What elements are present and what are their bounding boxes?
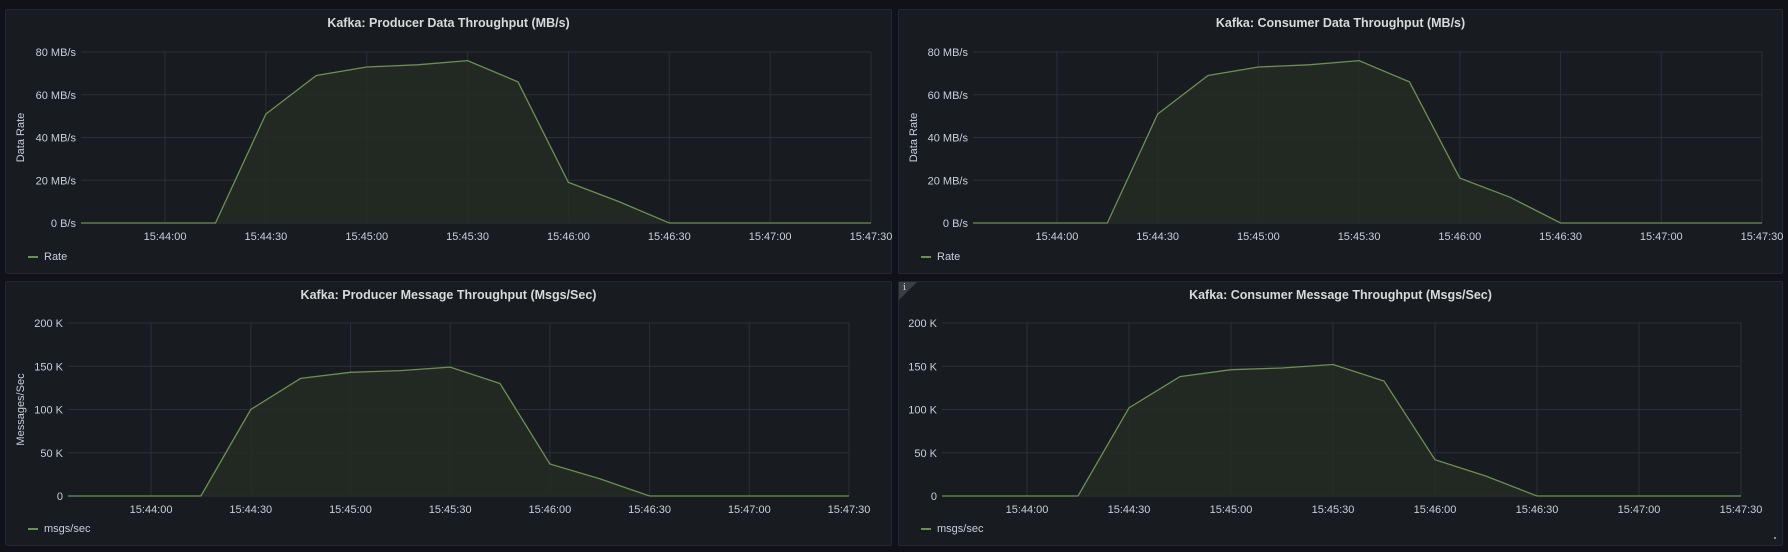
y-axis-label: Messages/Sec — [15, 373, 27, 446]
legend[interactable]: msgs/sec — [921, 523, 983, 535]
x-tick-label: 15:44:30 — [1136, 231, 1179, 243]
legend-swatch — [28, 256, 38, 258]
x-tick-label: 15:47:00 — [728, 504, 771, 516]
x-tick-label: 15:46:00 — [528, 504, 571, 516]
x-tick-label: 15:45:30 — [446, 231, 489, 243]
x-tick-label: 15:46:00 — [1414, 504, 1457, 516]
x-tick-label: 15:46:00 — [547, 231, 590, 243]
legend[interactable]: Rate — [28, 251, 67, 263]
y-axis-label: Data Rate — [15, 113, 27, 163]
y-tick-label: 100 K — [34, 405, 63, 417]
x-tick-label: 15:45:30 — [1338, 231, 1381, 243]
x-tick-label: 15:47:30 — [1741, 231, 1784, 243]
x-tick-label: 15:46:30 — [1516, 504, 1559, 516]
y-tick-label: 60 MB/s — [928, 90, 969, 102]
panel-consumer-message-throughput[interactable]: i Kafka: Consumer Message Throughput (Ms… — [898, 281, 1783, 546]
legend-swatch — [28, 528, 38, 530]
y-tick-label: 100 K — [908, 405, 937, 417]
series-area — [973, 60, 1762, 223]
y-tick-label: 20 MB/s — [36, 175, 77, 187]
y-tick-label: 0 B/s — [943, 218, 969, 230]
x-tick-label: 15:46:30 — [1539, 231, 1582, 243]
legend-swatch — [921, 528, 931, 530]
y-tick-label: 0 — [57, 491, 63, 503]
series-area — [942, 364, 1741, 496]
y-tick-label: 150 K — [34, 361, 63, 373]
x-tick-label: 15:45:00 — [1210, 504, 1253, 516]
x-tick-label: 15:47:30 — [1720, 504, 1763, 516]
x-tick-label: 15:44:00 — [1006, 504, 1049, 516]
legend-label[interactable]: Rate — [937, 251, 960, 263]
x-tick-label: 15:46:30 — [648, 231, 691, 243]
x-tick-label: 15:47:30 — [828, 504, 871, 516]
series-area — [68, 367, 849, 496]
legend-label[interactable]: msgs/sec — [44, 523, 90, 535]
legend[interactable]: Rate — [921, 251, 960, 263]
y-tick-label: 40 MB/s — [928, 133, 969, 145]
x-tick-label: 15:47:00 — [749, 231, 792, 243]
chart-consumer-message-throughput: 0 50 K 100 K 150 K 200 K 15:44:00 15:44:30 15:4… — [908, 318, 1763, 516]
chart-consumer-data-throughput: 0 B/s 20 MB/s 40 MB/s 60 MB/s 80 MB/s 15:44:0… — [908, 47, 1784, 243]
series-area — [81, 60, 871, 223]
legend-label[interactable]: msgs/sec — [937, 523, 983, 535]
x-tick-label: 15:47:30 — [850, 231, 893, 243]
x-tick-label: 15:46:30 — [628, 504, 671, 516]
y-tick-label: 200 K — [908, 318, 937, 330]
x-tick-label: 15:46:00 — [1438, 231, 1481, 243]
x-tick-label: 15:45:00 — [345, 231, 388, 243]
y-axis-label: Data Rate — [908, 113, 920, 163]
x-tick-label: 15:45:30 — [429, 504, 472, 516]
y-tick-label: 20 MB/s — [928, 175, 969, 187]
x-tick-label: 15:45:00 — [329, 504, 372, 516]
panel-producer-data-throughput[interactable]: Kafka: Producer Data Throughput (MB/s) 0… — [5, 9, 892, 274]
x-tick-label: 15:47:00 — [1640, 231, 1683, 243]
y-tick-label: 50 K — [40, 448, 63, 460]
legend[interactable]: msgs/sec — [28, 523, 90, 535]
y-tick-label: 50 K — [914, 448, 937, 460]
chart-producer-data-throughput: 0 B/s 20 MB/s 40 MB/s 60 MB/s 80 MB/s 15:44:0… — [15, 47, 893, 243]
y-tick-label: 80 MB/s — [928, 47, 969, 59]
x-tick-label: 15:44:00 — [1036, 231, 1079, 243]
resize-handle[interactable] — [1774, 537, 1776, 539]
x-tick-label: 15:44:30 — [1108, 504, 1151, 516]
legend-swatch — [921, 256, 931, 258]
legend-label[interactable]: Rate — [44, 251, 67, 263]
y-tick-label: 0 B/s — [51, 218, 77, 230]
panel-producer-message-throughput[interactable]: Kafka: Producer Message Throughput (Msgs… — [5, 281, 892, 546]
x-tick-label: 15:47:00 — [1618, 504, 1661, 516]
y-tick-label: 200 K — [34, 318, 63, 330]
x-tick-label: 15:44:00 — [144, 231, 187, 243]
x-tick-label: 15:44:30 — [229, 504, 272, 516]
x-tick-label: 15:44:30 — [244, 231, 287, 243]
y-tick-label: 0 — [931, 491, 937, 503]
chart-producer-message-throughput: 0 50 K 100 K 150 K 200 K 15:44:00 15:44:30 15:4… — [15, 318, 871, 516]
x-tick-label: 15:44:00 — [130, 504, 173, 516]
y-tick-label: 40 MB/s — [36, 133, 77, 145]
x-tick-label: 15:45:30 — [1312, 504, 1355, 516]
panel-consumer-data-throughput[interactable]: Kafka: Consumer Data Throughput (MB/s) 0… — [898, 9, 1783, 274]
y-tick-label: 80 MB/s — [36, 47, 77, 59]
x-tick-label: 15:45:00 — [1237, 231, 1280, 243]
y-tick-label: 150 K — [908, 361, 937, 373]
y-tick-label: 60 MB/s — [36, 90, 77, 102]
